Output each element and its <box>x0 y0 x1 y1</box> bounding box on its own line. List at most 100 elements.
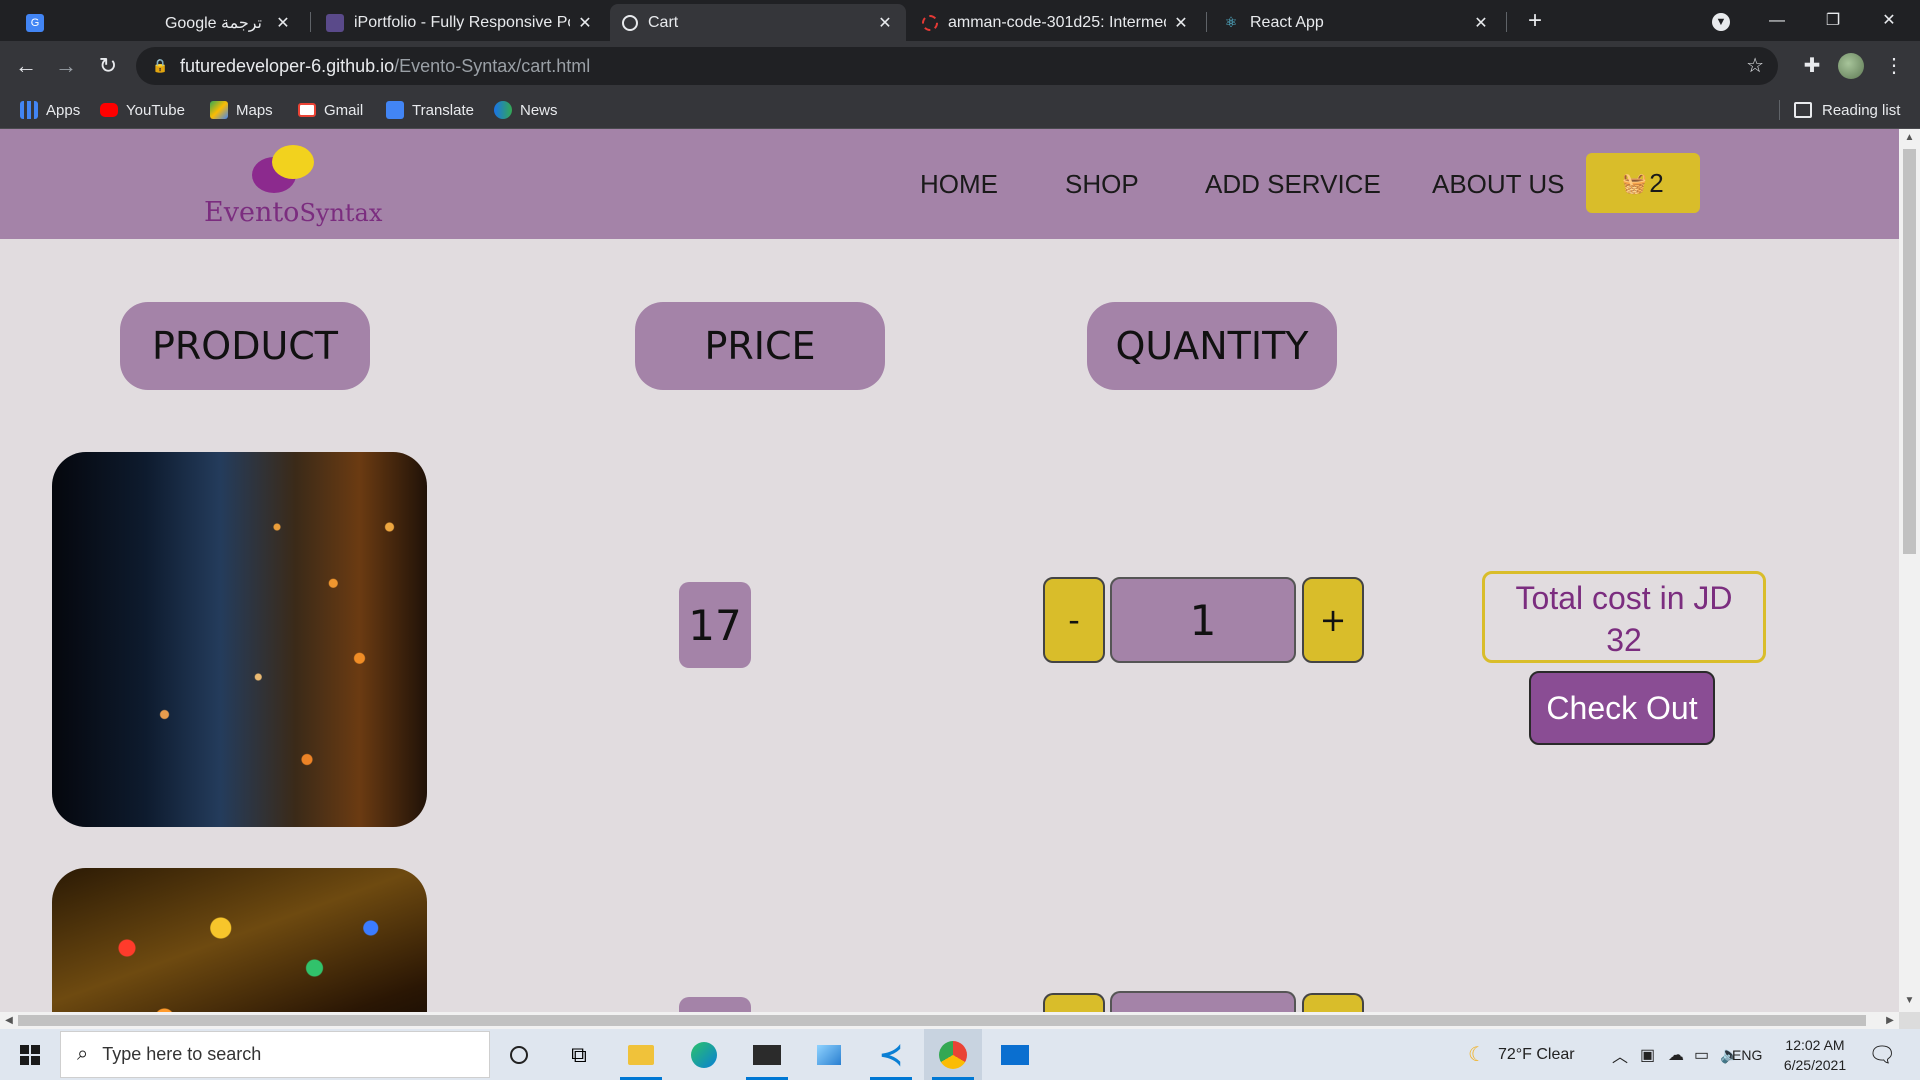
bookmark-translate[interactable]: Translate <box>386 91 474 129</box>
lock-icon: 🔒 <box>152 58 169 73</box>
column-header-price: PRICE <box>635 302 885 390</box>
store-app-icon[interactable] <box>800 1029 858 1080</box>
vscode-icon[interactable]: ≺ <box>862 1029 920 1080</box>
tab-iportfolio[interactable]: iPortfolio - Fully Responsive Portf ✕ <box>314 4 606 41</box>
google-translate-icon: G <box>26 13 44 32</box>
evento-syntax-logo[interactable]: EventoSyntax <box>202 143 402 229</box>
browser-toolbar: ← → ↻ 🔒 futuredeveloper-6.github.io/Even… <box>0 41 1920 91</box>
tab-title: React App <box>1250 13 1324 31</box>
reading-list-icon <box>1794 102 1812 118</box>
logo-bubble-yellow <box>272 145 314 179</box>
bookmark-apps[interactable]: Apps <box>20 91 80 129</box>
code-fellows-icon <box>922 14 938 31</box>
network-icon[interactable]: ▭ <box>1694 1029 1709 1080</box>
quantity-value[interactable]: 1 <box>1110 577 1296 663</box>
scroll-down-arrow-icon[interactable]: ▼ <box>1903 995 1916 1009</box>
vertical-scroll-thumb[interactable] <box>1903 149 1916 554</box>
checkout-button[interactable]: Check Out <box>1529 671 1715 745</box>
page-viewport: EventoSyntax HOME SHOP ADD SERVICE ABOUT… <box>0 129 1920 1012</box>
weather-text: 72°F Clear <box>1497 1045 1575 1063</box>
close-tab-icon[interactable]: ✕ <box>876 13 894 33</box>
logo-wordmark: EventoSyntax <box>204 197 382 228</box>
edge-browser-icon[interactable] <box>675 1029 733 1080</box>
tab-separator <box>1506 12 1507 32</box>
cortana-icon[interactable] <box>490 1029 548 1080</box>
globe-icon <box>622 14 638 31</box>
show-hidden-icons-chevron-icon[interactable]: ︿ <box>1612 1029 1628 1080</box>
bookmark-maps[interactable]: Maps <box>210 91 273 129</box>
product-image-colorful-lights <box>52 868 427 1012</box>
cloud-icon[interactable]: ☁ <box>1668 1029 1684 1080</box>
quantity-value-partial[interactable] <box>1110 991 1296 1012</box>
tab-react-app[interactable]: ⚛ React App ✕ <box>1210 4 1502 41</box>
restore-icon[interactable]: ❐ <box>1810 0 1856 41</box>
column-header-quantity: QUANTITY <box>1087 302 1337 390</box>
file-explorer-icon[interactable] <box>612 1029 670 1080</box>
terminal-icon[interactable] <box>738 1029 796 1080</box>
notifications-icon[interactable]: 🗨 <box>1868 1029 1896 1080</box>
new-tab-plus-icon[interactable]: + <box>1520 6 1550 36</box>
close-tab-icon[interactable]: ✕ <box>1472 13 1490 33</box>
tray-app-icon[interactable]: ▣ <box>1640 1029 1655 1080</box>
search-placeholder: Type here to search <box>102 1044 262 1064</box>
decrease-quantity-button[interactable]: - <box>1043 577 1105 663</box>
bookmark-news[interactable]: News <box>494 91 558 129</box>
horizontal-scroll-thumb[interactable] <box>18 1015 1866 1026</box>
tab-separator <box>1206 12 1207 32</box>
decrease-quantity-button-partial[interactable] <box>1043 993 1105 1012</box>
increase-quantity-button[interactable]: + <box>1302 577 1364 663</box>
site-header: EventoSyntax HOME SHOP ADD SERVICE ABOUT… <box>0 129 1899 239</box>
vertical-scrollbar[interactable]: ▲ ▼ <box>1899 129 1920 1012</box>
clock-time: 12:02 AM <box>1785 1037 1845 1053</box>
back-arrow-icon[interactable]: ← <box>10 50 42 82</box>
windows-taskbar: ⌕ Type here to search ⧉ ≺ ☾ 72°F Clear ︿… <box>0 1029 1920 1080</box>
bookmark-youtube[interactable]: YouTube <box>100 91 185 129</box>
address-bar[interactable]: 🔒 futuredeveloper-6.github.io/Evento-Syn… <box>136 47 1778 85</box>
taskbar-search-box[interactable]: ⌕ Type here to search <box>60 1031 490 1078</box>
profile-avatar[interactable] <box>1838 53 1864 79</box>
nav-shop[interactable]: SHOP <box>1065 129 1139 239</box>
nav-about-us[interactable]: ABOUT US <box>1432 129 1564 239</box>
nav-home[interactable]: HOME <box>920 129 998 239</box>
url-host: futuredeveloper-6.github.io <box>180 55 395 76</box>
menu-kebab-icon[interactable]: ⋮ <box>1878 50 1910 82</box>
close-tab-icon[interactable]: ✕ <box>1172 13 1190 33</box>
translate-icon <box>386 101 404 119</box>
bookmark-gmail[interactable]: Gmail <box>298 91 363 129</box>
increase-quantity-button-partial[interactable] <box>1302 993 1364 1012</box>
reload-icon[interactable]: ↻ <box>92 50 124 82</box>
scroll-up-arrow-icon[interactable]: ▲ <box>1903 132 1916 146</box>
close-window-icon[interactable]: ✕ <box>1866 0 1912 41</box>
gmail-icon <box>298 103 316 117</box>
tab-cart[interactable]: Cart ✕ <box>610 4 906 41</box>
bookmark-label: Translate <box>412 101 474 119</box>
mail-icon[interactable] <box>986 1029 1044 1080</box>
youtube-icon <box>100 103 118 117</box>
bookmark-star-icon[interactable]: ☆ <box>1746 53 1764 78</box>
chrome-icon[interactable] <box>924 1029 982 1080</box>
basket-icon: 🧺 <box>1622 172 1648 195</box>
tab-title: Google ترجمة <box>164 14 262 32</box>
scroll-right-arrow-icon[interactable]: ▶ <box>1883 1012 1897 1029</box>
reading-list-button[interactable]: Reading list <box>1794 91 1900 129</box>
clock-date: 6/25/2021 <box>1783 1057 1847 1073</box>
weather-widget[interactable]: ☾ 72°F Clear <box>1468 1029 1575 1080</box>
close-tab-icon[interactable]: ✕ <box>274 13 292 33</box>
logo-main-text: Evento <box>204 197 300 228</box>
minimize-icon[interactable]: — <box>1754 0 1800 41</box>
cart-button[interactable]: 🧺 2 <box>1586 153 1700 213</box>
close-tab-icon[interactable]: ✕ <box>576 13 594 33</box>
tab-search-icon[interactable]: ▼ <box>1698 0 1744 41</box>
start-button[interactable] <box>0 1029 60 1080</box>
language-indicator[interactable]: ENG <box>1732 1029 1762 1080</box>
tab-google-translate[interactable]: G Google ترجمة ✕ <box>14 4 304 41</box>
horizontal-scrollbar[interactable]: ◀ ▶ <box>0 1012 1899 1029</box>
bookmark-label: Maps <box>236 101 273 119</box>
scroll-left-arrow-icon[interactable]: ◀ <box>2 1012 16 1029</box>
extensions-puzzle-icon[interactable]: ✚ <box>1796 50 1828 82</box>
tab-amman-code[interactable]: amman-code-301d25: Intermedi ✕ <box>910 4 1202 41</box>
forward-arrow-icon[interactable]: → <box>50 50 82 82</box>
taskbar-clock[interactable]: 12:02 AM 6/25/2021 <box>1770 1035 1860 1075</box>
task-view-icon[interactable]: ⧉ <box>550 1029 608 1080</box>
nav-add-service[interactable]: ADD SERVICE <box>1205 129 1381 239</box>
